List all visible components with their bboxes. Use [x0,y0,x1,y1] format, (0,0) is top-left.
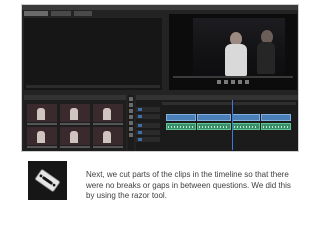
video-clip[interactable] [232,114,260,121]
video-clip[interactable] [261,114,291,121]
clip-thumbnail[interactable] [60,104,90,125]
source-monitor [24,18,162,90]
pen-tool-icon[interactable] [129,127,133,131]
project-panel [24,95,126,151]
audio-clip[interactable] [232,123,260,130]
ripple-edit-tool-icon[interactable] [129,109,133,113]
background-figure [257,30,275,74]
clip-thumbnail[interactable] [93,104,123,125]
playhead[interactable] [232,100,233,150]
selection-tool-icon[interactable] [129,97,133,101]
track-header-v1[interactable] [136,114,160,119]
play-icon[interactable] [224,80,228,84]
loop-icon[interactable] [238,80,242,84]
app-menu-bar [22,5,298,10]
clip-thumbnail[interactable] [93,127,123,148]
caption-text: Next, we cut parts of the clips in the t… [86,170,291,200]
effect-controls-tab[interactable] [51,11,71,16]
audio-clip[interactable] [197,123,231,130]
track-header-a1[interactable] [136,123,160,128]
track-header-a2[interactable] [136,130,160,135]
source-tab[interactable] [24,11,48,16]
interviewee-figure [225,32,247,76]
audio-clip[interactable] [166,123,196,130]
slip-tool-icon[interactable] [129,121,133,125]
program-scrubber[interactable] [173,76,293,78]
export-frame-icon[interactable] [245,80,249,84]
panel-tabs [24,11,92,17]
razor-tool-icon[interactable] [129,115,133,119]
track-header-v2[interactable] [136,107,160,112]
audio-clip[interactable] [261,123,291,130]
tools-panel [128,95,134,151]
razor-blade-icon [28,161,67,200]
clip-thumbnail[interactable] [60,127,90,148]
track-header-a3[interactable] [136,137,160,142]
audio-mixer-tab[interactable] [74,11,92,16]
track-select-tool-icon[interactable] [129,103,133,107]
slide: Next, we cut parts of the clips in the t… [0,0,320,240]
source-monitor-controls[interactable] [26,85,160,88]
hand-tool-icon[interactable] [129,133,133,137]
clip-thumbnail[interactable] [27,127,57,148]
timeline-header [136,95,298,100]
video-clip[interactable] [166,114,196,121]
video-clip[interactable] [197,114,231,121]
timeline-ruler[interactable] [162,102,296,105]
premiere-screenshot [21,4,299,152]
project-panel-header [24,95,126,100]
program-video-frame [193,18,285,76]
step-back-icon[interactable] [217,80,221,84]
program-transport-controls [179,80,287,84]
timeline-panel [136,95,298,151]
clip-thumbnail[interactable] [27,104,57,125]
program-monitor [169,14,297,90]
step-forward-icon[interactable] [231,80,235,84]
